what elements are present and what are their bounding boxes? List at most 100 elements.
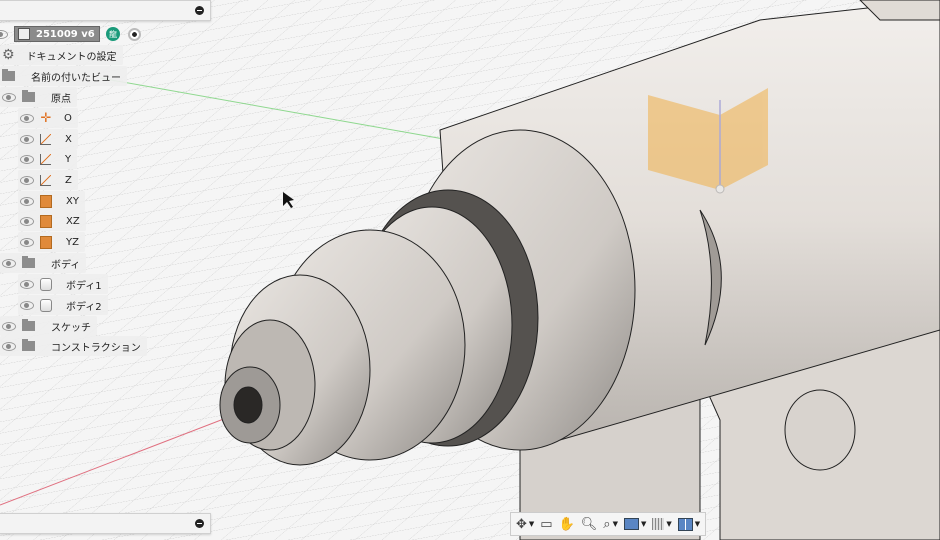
browser-item-12[interactable]: ボディ2 — [18, 295, 108, 315]
browser-item-bg: ✛ O — [18, 108, 78, 128]
document-name: 251009 v6 — [36, 28, 95, 40]
orbit-icon: ✥ — [516, 516, 527, 532]
browser-item-6[interactable]: Z — [18, 170, 78, 190]
eye-icon[interactable] — [2, 341, 16, 351]
browser-item-2[interactable]: 原点 — [0, 87, 77, 107]
browser-item-4[interactable]: X — [18, 129, 78, 149]
browser-item-14[interactable]: コンストラクション — [0, 336, 147, 356]
eye-icon[interactable] — [20, 175, 34, 185]
pan-button[interactable]: ✋ — [559, 517, 575, 532]
eye-icon[interactable] — [0, 29, 8, 39]
eye-icon[interactable] — [20, 237, 34, 247]
browser-item-label: Z — [65, 174, 72, 186]
browser-item-label: コンストラクション — [51, 342, 141, 354]
eye-icon[interactable] — [2, 92, 16, 102]
browser-item-9[interactable]: YZ — [18, 232, 85, 252]
browser-item-label: Y — [65, 153, 72, 165]
document-row[interactable]: 251009 v6 龍 — [0, 24, 141, 44]
browser-item-bg: 原点 — [0, 87, 77, 107]
browser-item-bg: 名前の付いたビュー — [0, 66, 127, 86]
browser-item-8[interactable]: XZ — [18, 211, 86, 231]
viewports-button[interactable]: ▼ — [677, 517, 700, 531]
browser-item-bg: コンストラクション — [0, 336, 147, 356]
zoom-icon: 🔍︎ — [580, 516, 598, 532]
browser-item-bg: X — [18, 129, 78, 149]
eye-icon[interactable] — [20, 300, 34, 310]
body-icon — [40, 298, 52, 312]
browser-item-3[interactable]: ✛ O — [18, 108, 78, 128]
browser-item-bg: ⚙ ドキュメントの設定 — [0, 45, 123, 65]
browser-item-1[interactable]: 名前の付いたビュー — [0, 66, 127, 86]
browser-item-label: 名前の付いたビュー — [31, 72, 121, 84]
body-icon — [40, 277, 52, 291]
browser-item-10[interactable]: ボディ — [0, 253, 87, 273]
browser-item-label: O — [64, 112, 72, 124]
orbit-button[interactable]: ✥ ▼ — [516, 517, 534, 532]
folder-icon — [2, 69, 15, 81]
browser-item-bg: YZ — [18, 232, 85, 252]
browser-item-bg: ボディ2 — [18, 295, 108, 315]
3d-viewport[interactable] — [0, 0, 940, 540]
eye-icon[interactable] — [2, 321, 16, 331]
browser-item-bg: XZ — [18, 211, 86, 231]
grid-icon — [652, 518, 665, 530]
display-settings-button[interactable]: ▼ — [623, 518, 646, 530]
axis-icon — [40, 153, 51, 165]
owner-badge[interactable]: 龍 — [106, 27, 120, 41]
plane-icon — [40, 214, 52, 228]
browser-item-bg: スケッチ — [0, 316, 97, 336]
folder-icon — [22, 90, 35, 102]
axis-icon — [40, 133, 51, 145]
component-icon — [18, 28, 30, 40]
browser-item-label: 原点 — [51, 93, 71, 105]
viewports-icon — [677, 517, 693, 531]
browser-panel-header[interactable] — [0, 0, 211, 21]
plane-icon — [40, 235, 52, 249]
eye-icon[interactable] — [20, 113, 34, 123]
comments-panel-header[interactable] — [0, 513, 211, 534]
eye-icon[interactable] — [20, 196, 34, 206]
axis-icon — [40, 174, 51, 186]
eye-icon[interactable] — [20, 279, 34, 289]
eye-icon[interactable] — [20, 134, 34, 144]
browser-item-5[interactable]: Y — [18, 149, 78, 169]
folder-icon — [22, 319, 35, 331]
document-chip[interactable]: 251009 v6 — [14, 26, 100, 42]
folder-icon — [22, 256, 35, 268]
browser-item-bg: ボディ — [0, 253, 87, 273]
look-at-button[interactable]: ▭ — [540, 517, 552, 532]
browser-item-bg: ボディ1 — [18, 274, 108, 294]
grid-button[interactable]: ▼ — [652, 518, 672, 530]
browser-item-label: YZ — [66, 236, 79, 248]
activate-radio[interactable] — [128, 27, 141, 41]
browser-item-label: ドキュメントの設定 — [26, 51, 117, 63]
browser-item-label: X — [65, 133, 72, 145]
display-settings-icon — [623, 518, 639, 530]
browser-item-13[interactable]: スケッチ — [0, 316, 97, 336]
eye-icon[interactable] — [20, 216, 34, 226]
browser-item-bg: XY — [18, 191, 85, 211]
collapse-icon[interactable] — [195, 6, 204, 15]
browser-item-label: XZ — [66, 215, 80, 227]
gear-icon: ⚙ — [2, 47, 15, 63]
origin-point-icon: ✛ — [40, 110, 52, 126]
browser-item-bg: Z — [18, 170, 78, 190]
navigation-toolbar: ✥ ▼ ▭ ✋ 🔍︎ ⌕ ▼ ▼ ▼ ▼ — [510, 512, 707, 536]
fit-icon: ⌕ — [603, 516, 611, 532]
browser-item-label: XY — [66, 195, 79, 207]
folder-icon — [22, 339, 35, 351]
browser-item-label: スケッチ — [51, 322, 91, 334]
plane-icon — [40, 194, 52, 208]
browser-item-7[interactable]: XY — [18, 191, 85, 211]
browser-item-11[interactable]: ボディ1 — [18, 274, 108, 294]
eye-icon[interactable] — [20, 154, 34, 164]
zoom-button[interactable]: 🔍︎ — [581, 517, 598, 532]
look-at-icon: ▭ — [540, 516, 553, 532]
browser-item-label: ボディ — [51, 259, 81, 271]
browser-item-0[interactable]: ⚙ ドキュメントの設定 — [0, 45, 123, 65]
fit-button[interactable]: ⌕ ▼ — [603, 517, 618, 532]
eye-icon[interactable] — [2, 258, 16, 268]
expand-icon[interactable] — [195, 519, 204, 528]
browser-item-label: ボディ2 — [66, 301, 102, 313]
browser-item-label: ボディ1 — [66, 280, 102, 292]
